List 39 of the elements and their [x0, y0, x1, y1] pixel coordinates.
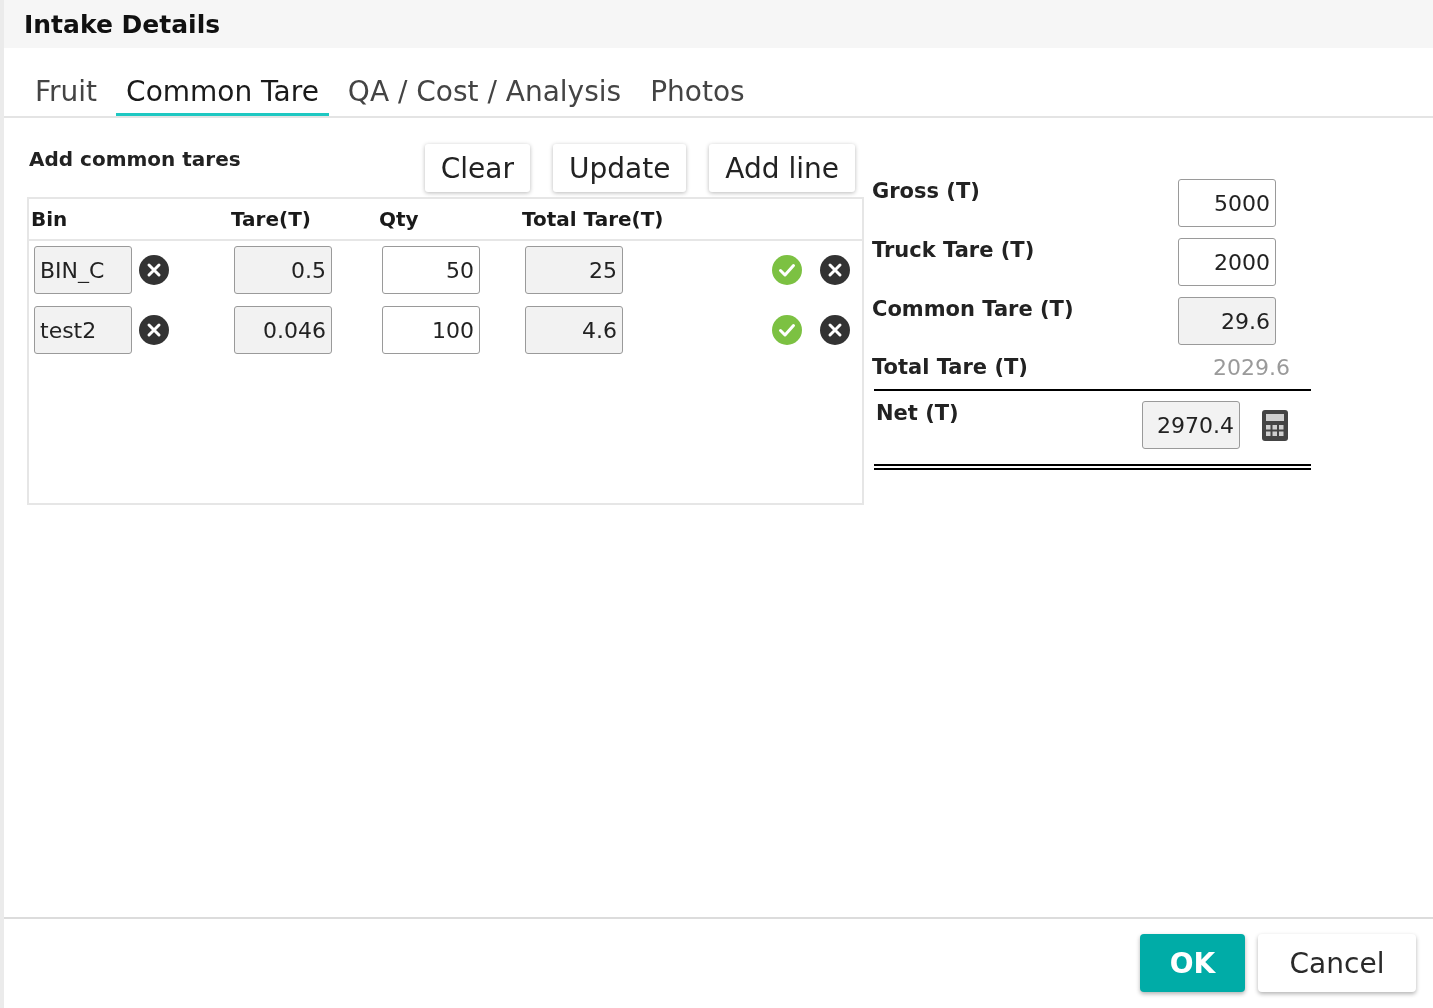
qty-field[interactable]: 50 — [382, 246, 480, 294]
section-heading: Add common tares — [29, 147, 242, 171]
bin-field[interactable]: BIN_C — [34, 246, 132, 294]
field-label: Net (T) — [876, 401, 960, 425]
net-field[interactable]: 2970.4 — [1142, 401, 1240, 449]
tab[interactable]: Fruit — [25, 72, 108, 116]
action-button[interactable]: Clear — [424, 144, 530, 192]
total-tare-field[interactable]: 25 — [525, 246, 623, 294]
gross-field[interactable]: 5000 — [1178, 179, 1276, 227]
field-label: Common Tare (T) — [872, 297, 1075, 321]
column-header: Bin — [31, 207, 68, 231]
column-header: Total Tare(T) — [522, 207, 664, 231]
tare-field[interactable]: 0.5 — [234, 246, 332, 294]
x-circle-icon[interactable] — [139, 315, 169, 345]
tab[interactable]: Common Tare — [116, 72, 329, 116]
action-button[interactable]: Add line — [709, 144, 855, 192]
field-label: Total Tare (T) — [872, 355, 1029, 379]
tab[interactable]: Photos — [640, 72, 755, 116]
tab[interactable]: QA / Cost / Analysis — [337, 72, 632, 116]
dialog-title: Intake Details — [24, 9, 221, 39]
field-label: Gross (T) — [872, 179, 981, 203]
x-circle-icon[interactable] — [820, 255, 850, 285]
total-tare-field[interactable]: 4.6 — [525, 306, 623, 354]
x-circle-icon[interactable] — [139, 255, 169, 285]
column-header: Qty — [379, 207, 419, 231]
tare-field[interactable]: 0.046 — [234, 306, 332, 354]
action-button[interactable]: Update — [552, 144, 687, 192]
truck-tare-field[interactable]: 2000 — [1178, 238, 1276, 286]
common-tare-field[interactable]: 29.6 — [1178, 297, 1276, 345]
bin-field[interactable]: test2 — [34, 306, 132, 354]
cancel-button[interactable]: Cancel — [1258, 934, 1416, 992]
check-circle-icon[interactable] — [772, 255, 802, 285]
x-circle-icon[interactable] — [820, 315, 850, 345]
total-tare-value: 2029.6 — [1213, 354, 1290, 380]
field-label: Truck Tare (T) — [872, 238, 1036, 262]
column-header: Tare(T) — [231, 207, 311, 231]
qty-field[interactable]: 100 — [382, 306, 480, 354]
check-circle-icon[interactable] — [772, 315, 802, 345]
calculator-icon[interactable] — [1262, 410, 1288, 441]
